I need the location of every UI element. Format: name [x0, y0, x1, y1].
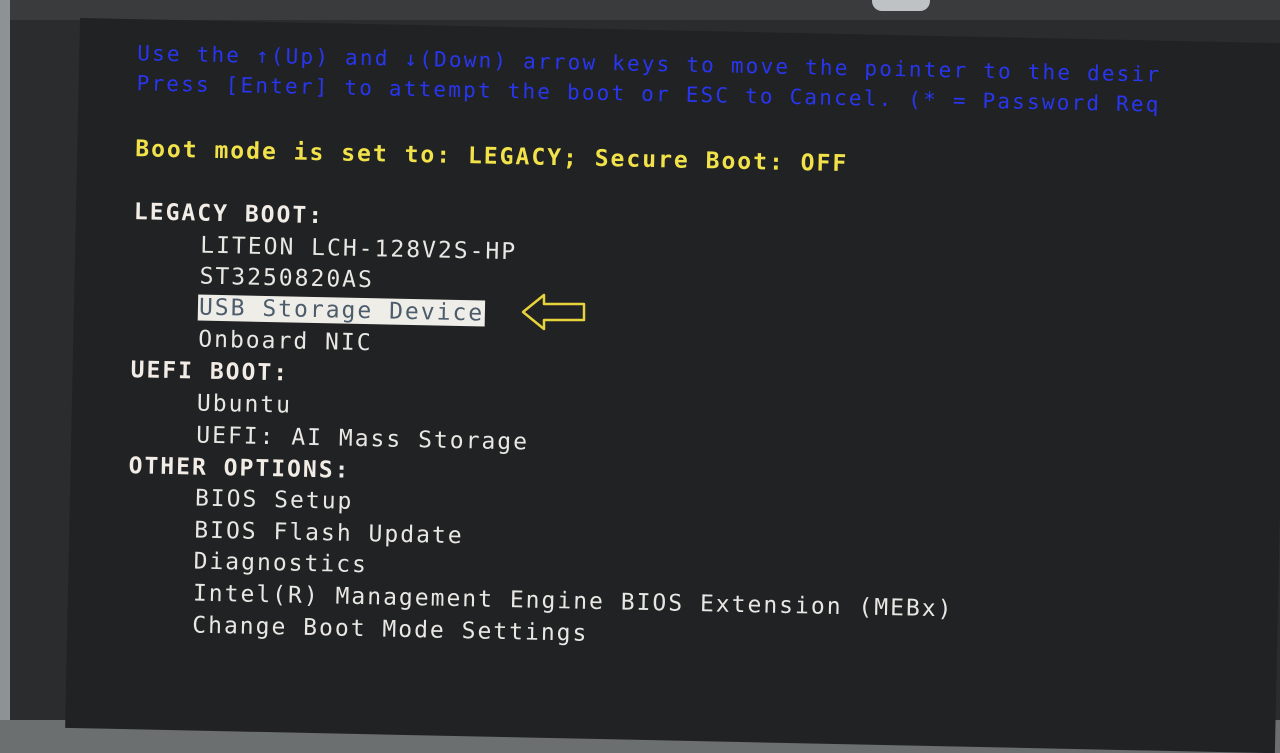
option-change-boot-mode[interactable]: Change Boot Mode Settings [192, 612, 589, 646]
boot-option-uefi-ai-mass-storage[interactable]: UEFI: AI Mass Storage [196, 423, 529, 456]
left-arrow-icon [521, 293, 586, 331]
boot-option-usb-storage-selected[interactable]: USB Storage Device [197, 294, 486, 327]
boot-option-st3250820as[interactable]: ST3250820AS [199, 264, 374, 294]
monitor-bezel-top [10, 0, 1280, 20]
option-bios-flash-update[interactable]: BIOS Flash Update [194, 518, 464, 550]
boot-menu-screen: Use the ↑(Up) and ↓(Down) arrow keys to … [65, 18, 1280, 753]
uefi-boot-heading: UEFI BOOT: [130, 357, 290, 387]
boot-option-liteon[interactable]: LITEON LCH-128V2S-HP [200, 233, 517, 266]
legacy-boot-heading: LEGACY BOOT: [133, 199, 325, 230]
hp-logo [872, 0, 930, 11]
boot-mode-status: Boot mode is set to: LEGACY; Secure Boot… [134, 136, 849, 178]
boot-option-ubuntu[interactable]: Ubuntu [197, 391, 293, 419]
boot-option-onboard-nic[interactable]: Onboard NIC [198, 327, 373, 357]
option-diagnostics[interactable]: Diagnostics [193, 549, 368, 579]
option-bios-setup[interactable]: BIOS Setup [195, 486, 354, 515]
other-options-heading: OTHER OPTIONS: [128, 453, 351, 484]
